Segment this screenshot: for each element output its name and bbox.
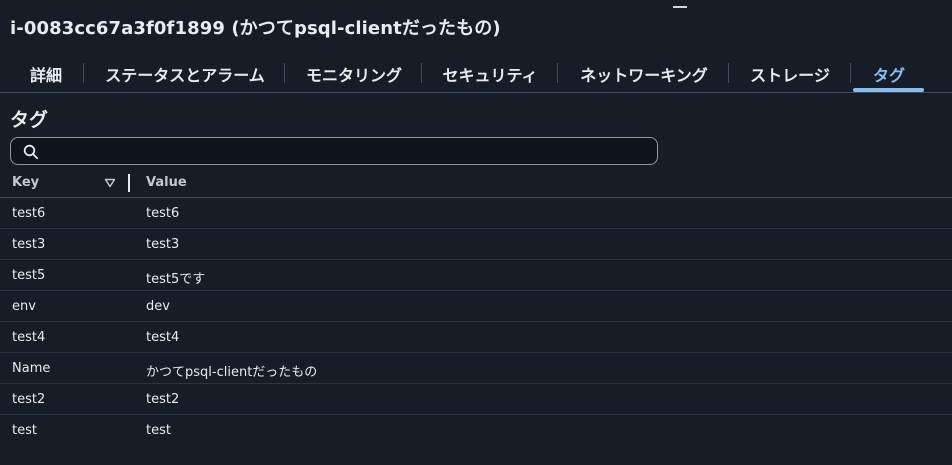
tag-value: test4: [146, 330, 180, 345]
table-row: env dev: [0, 291, 952, 322]
table-row: Name かつてpsql-clientだったもの: [0, 353, 952, 384]
tab-divider: [421, 63, 422, 83]
tab-divider: [83, 63, 84, 83]
tab-security[interactable]: セキュリティ: [433, 56, 547, 92]
table-row: test3 test3: [0, 229, 952, 260]
tag-key: test4: [12, 330, 46, 345]
page-title: i-0083cc67a3f0f1899 (かつてpsql-clientだったもの…: [10, 18, 501, 39]
search-icon: [23, 144, 39, 160]
tag-key: test6: [12, 206, 46, 221]
column-header-value[interactable]: Value: [146, 175, 187, 190]
column-resizer[interactable]: [128, 174, 130, 192]
tag-value: dev: [146, 299, 170, 314]
table-row: test test: [0, 415, 952, 446]
tag-key: env: [12, 299, 36, 314]
table-row: test4 test4: [0, 322, 952, 353]
top-edge-mark: [673, 6, 687, 8]
tag-value: test: [146, 423, 171, 438]
sort-caret-icon[interactable]: [104, 178, 116, 188]
tag-key: test3: [12, 237, 46, 252]
tag-value: かつてpsql-clientだったもの: [146, 365, 318, 380]
tag-value: test6: [146, 206, 180, 221]
tab-divider: [850, 63, 851, 83]
tab-divider: [284, 63, 285, 83]
table-row: test6 test6: [0, 198, 952, 229]
search-box[interactable]: [10, 137, 658, 165]
tab-tags[interactable]: タグ: [856, 56, 922, 92]
search-input[interactable]: [47, 140, 647, 162]
tag-key: test2: [12, 392, 46, 407]
tab-monitoring[interactable]: モニタリング: [296, 56, 412, 92]
tag-key: test: [12, 423, 37, 438]
section-title: タグ: [10, 109, 49, 131]
table-row: test2 test2: [0, 384, 952, 415]
tab-divider: [728, 63, 729, 83]
active-tab-indicator: [853, 88, 924, 92]
instance-details-page: i-0083cc67a3f0f1899 (かつてpsql-clientだったもの…: [0, 0, 952, 465]
tags-table: Key Value test6 test6 test3 test3 test5 …: [0, 168, 952, 446]
table-header: Key Value: [0, 168, 952, 198]
tab-networking[interactable]: ネットワーキング: [569, 56, 719, 92]
tab-divider: [557, 63, 558, 83]
tab-details[interactable]: 詳細: [18, 56, 74, 92]
tag-value: test5です: [146, 272, 206, 287]
column-header-key[interactable]: Key: [12, 175, 39, 190]
tab-bar: 詳細 ステータスとアラーム モニタリング セキュリティ ネットワーキング ストレ…: [0, 56, 952, 93]
tag-value: test2: [146, 392, 180, 407]
tab-status-alarms[interactable]: ステータスとアラーム: [95, 56, 275, 92]
table-row: test5 test5です: [0, 260, 952, 291]
tag-value: test3: [146, 237, 180, 252]
tag-key: test5: [12, 268, 46, 283]
tag-key: Name: [12, 361, 51, 376]
tab-storage[interactable]: ストレージ: [740, 56, 840, 92]
